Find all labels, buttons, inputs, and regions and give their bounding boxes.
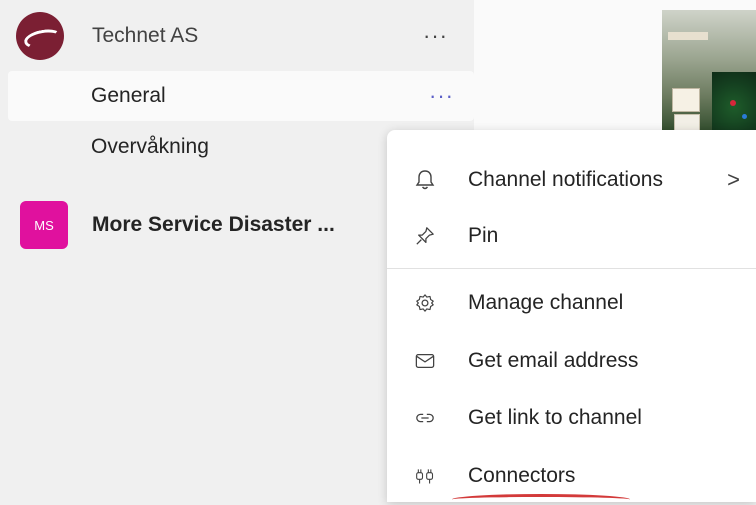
menu-item-label: Get link to channel	[468, 406, 642, 429]
thumbnail-image	[662, 10, 756, 134]
channel-label: General	[91, 84, 166, 107]
photo-ornament	[730, 100, 736, 106]
pin-icon	[415, 226, 435, 246]
team-name: More Service Disaster ...	[92, 213, 335, 236]
channel-item-general[interactable]: General ···	[8, 71, 474, 121]
team-row-technet[interactable]: Technet AS ···	[8, 8, 468, 64]
menu-item-pin[interactable]: Pin	[387, 208, 756, 264]
menu-item-manage-channel[interactable]: Manage channel	[387, 275, 756, 331]
ms-avatar: MS	[20, 201, 68, 249]
photo-ornament	[742, 114, 747, 119]
photo-shelf	[668, 32, 708, 40]
link-icon	[415, 408, 435, 428]
more-options-icon[interactable]: ···	[423, 23, 448, 49]
channel-label: Overvåkning	[91, 135, 209, 158]
mail-icon	[415, 351, 435, 371]
technet-logo-swoosh	[22, 26, 64, 52]
menu-divider	[387, 268, 756, 269]
gear-icon	[415, 293, 435, 313]
photo-card	[672, 88, 700, 112]
menu-item-label: Get email address	[468, 349, 639, 372]
menu-item-label: Pin	[468, 224, 499, 247]
team-name: Technet AS	[92, 24, 199, 47]
channel-more-options-icon[interactable]: ···	[429, 83, 454, 109]
menu-item-label: Connectors	[468, 464, 576, 487]
connectors-icon	[415, 466, 435, 486]
menu-item-get-link-to-channel[interactable]: Get link to channel	[387, 390, 756, 446]
technet-avatar	[16, 12, 64, 60]
red-annotation-mark	[452, 494, 630, 505]
menu-item-label: Manage channel	[468, 291, 624, 314]
channel-context-menu: Channel notifications > Pin Manage chann…	[387, 130, 756, 502]
menu-item-label: Channel notifications	[468, 168, 663, 191]
menu-item-get-email-address[interactable]: Get email address	[387, 333, 756, 389]
menu-item-channel-notifications[interactable]: Channel notifications >	[387, 152, 756, 208]
bell-icon	[415, 170, 435, 190]
chevron-right-icon: >	[727, 167, 740, 192]
